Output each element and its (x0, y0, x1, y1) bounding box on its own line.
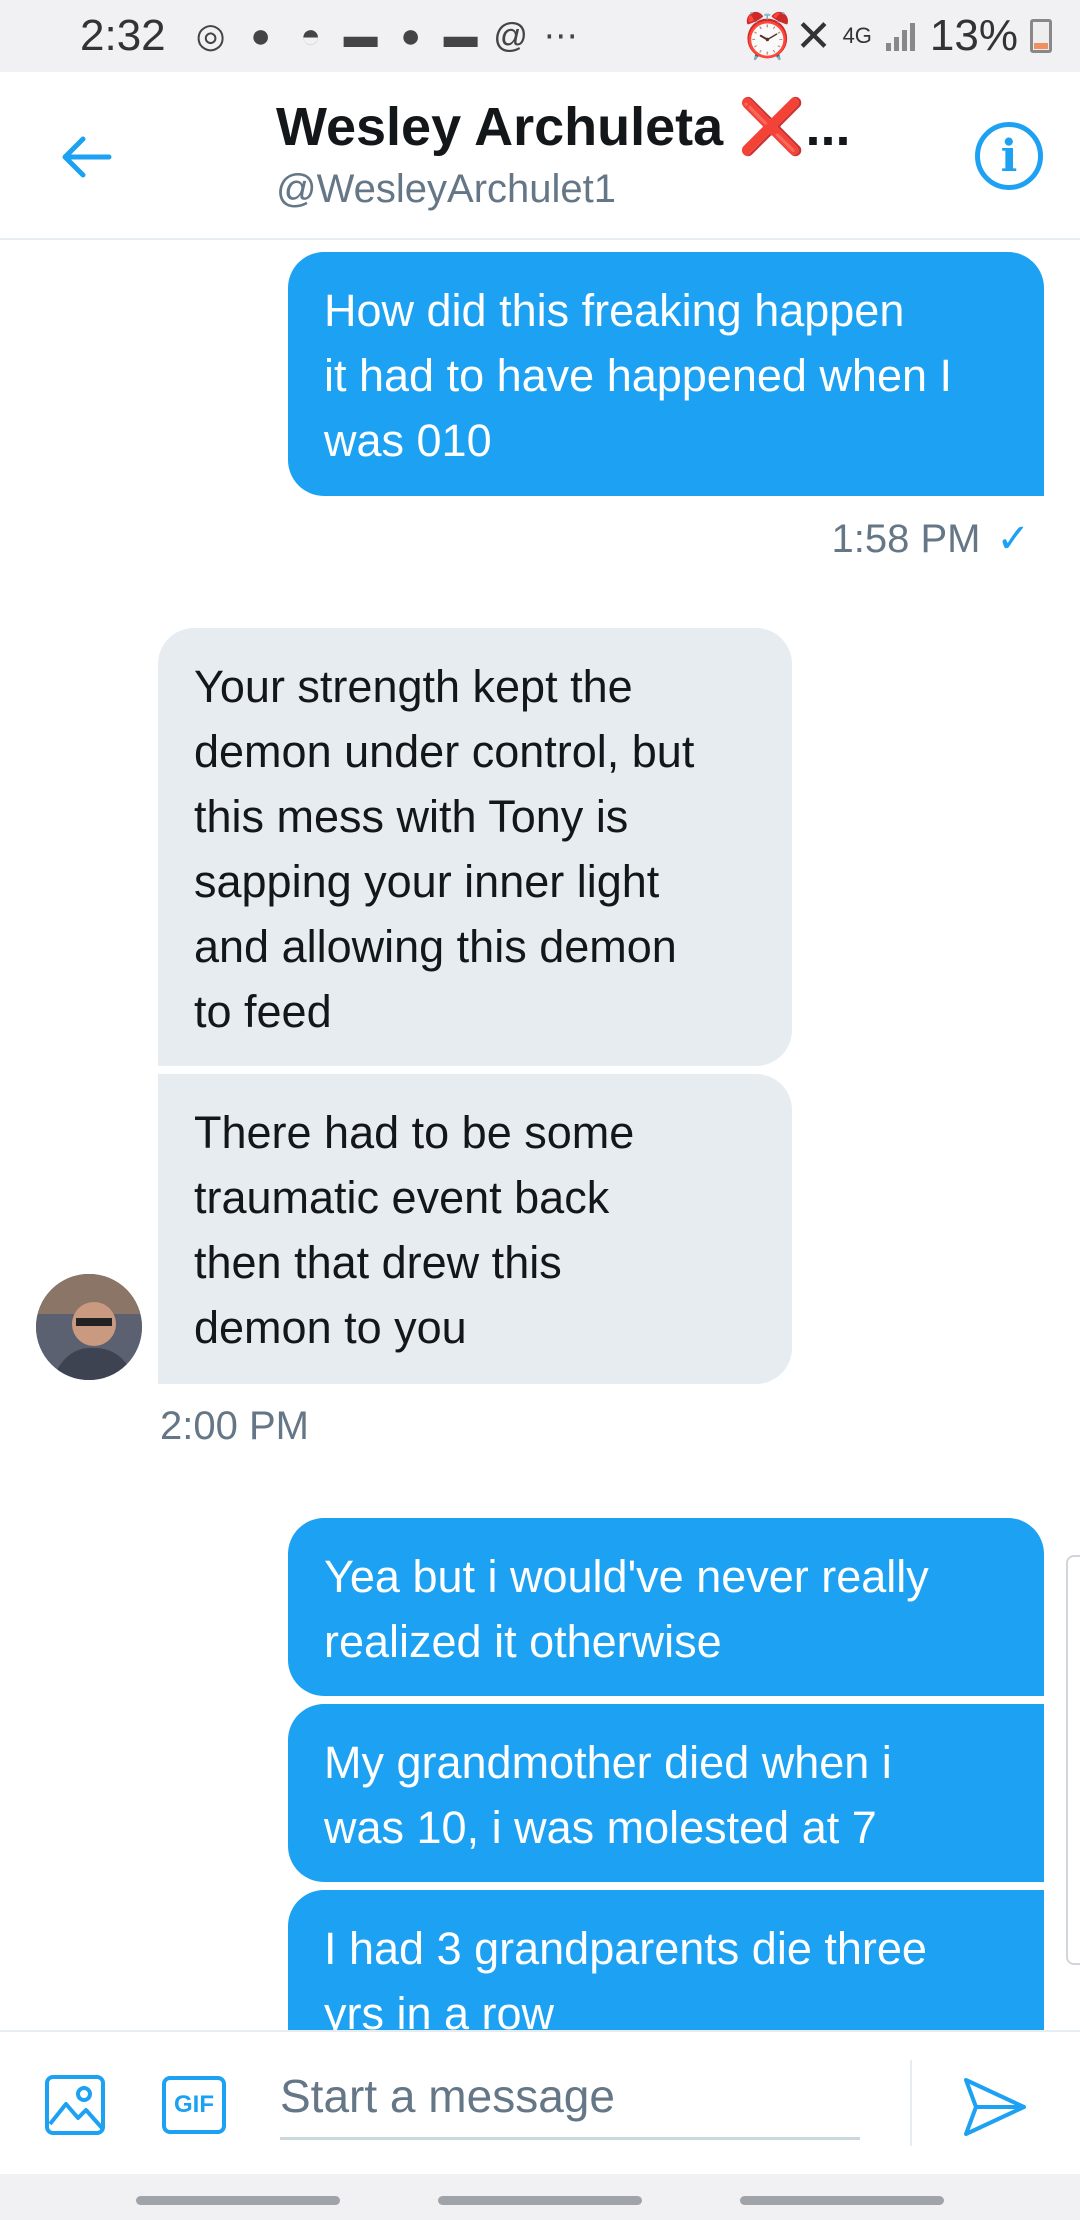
video-call-icon: ▬ (343, 16, 378, 55)
status-bar: 2:32 ◎ ● ◓ ▬ ● ▬ @ ⋯ ⏰ ✕ 4G 13% (0, 0, 1080, 72)
image-icon (45, 2075, 105, 2135)
message-bubble-outgoing[interactable]: Yea but i would've never really realized… (288, 1518, 1044, 1696)
media-button[interactable] (44, 2074, 106, 2136)
message-timestamp: 1:58 PM ✓ (832, 516, 1030, 562)
contact-name: Wesley Archuleta (276, 97, 724, 157)
network-type: 4G (842, 23, 872, 48)
facebook-icon-2: ● (400, 16, 421, 55)
nav-recents-button[interactable] (136, 2196, 340, 2205)
mute-icon: ✕ (795, 11, 832, 61)
timestamp-text: 1:58 PM (831, 517, 981, 561)
battery-percent: 13% (929, 11, 1018, 60)
info-button[interactable]: i (975, 122, 1043, 190)
message-bubble-incoming[interactable]: There had to be some traumatic event bac… (158, 1074, 792, 1384)
info-icon: i (1000, 130, 1018, 182)
send-icon (964, 2078, 1026, 2136)
target-app-icon: ◎ (195, 17, 226, 55)
header-title-area[interactable]: Wesley Archuleta ❌... @WesleyArchulet1 (276, 96, 896, 212)
gif-label: GIF (174, 2091, 214, 2118)
contact-avatar[interactable] (36, 1274, 142, 1380)
contact-name-row: Wesley Archuleta ❌... (276, 96, 896, 159)
message-bubble-incoming[interactable]: Your strength kept the demon under contr… (158, 628, 792, 1066)
scroll-indicator[interactable] (1066, 1555, 1080, 1965)
message-bubble-outgoing[interactable]: I had 3 grandparents die three yrs in a … (288, 1890, 1044, 2030)
back-arrow-icon (62, 136, 112, 178)
nav-home-button[interactable] (438, 2196, 642, 2205)
message-composer: GIF (0, 2030, 1080, 2174)
message-timestamp: 2:00 PM (160, 1404, 309, 1448)
composer-divider (910, 2060, 912, 2146)
conversation-header: Wesley Archuleta ❌... @WesleyArchulet1 i (0, 72, 1080, 240)
gif-button[interactable]: GIF (162, 2076, 226, 2134)
system-indicators: ⏰ ✕ 4G 13% (740, 11, 1052, 61)
back-button[interactable] (50, 122, 120, 192)
facebook-icon: ● (250, 16, 271, 55)
alarm-icon: ⏰ (740, 12, 795, 61)
video-call-icon-2: ▬ (443, 16, 478, 55)
signal-icon (884, 19, 918, 53)
cross-mark-emoji: ❌ (738, 97, 806, 157)
more-notifications-icon: ⋯ (543, 17, 578, 55)
notification-icons: ◎ ● ◓ ▬ ● ▬ @ ⋯ (194, 16, 578, 56)
message-thread[interactable]: How did this freaking happen it had to h… (0, 240, 1080, 2030)
nav-back-button[interactable] (740, 2196, 944, 2205)
message-bubble-outgoing[interactable]: How did this freaking happen it had to h… (288, 252, 1044, 496)
email-icon: @ (493, 16, 528, 55)
name-ellipsis: ... (805, 97, 851, 157)
battery-icon (1030, 19, 1052, 53)
contact-handle: @WesleyArchulet1 (276, 167, 616, 211)
message-input[interactable] (280, 2054, 860, 2140)
send-button[interactable] (960, 2074, 1030, 2140)
status-time: 2:32 (80, 11, 166, 60)
sent-check-icon: ✓ (996, 517, 1030, 561)
message-bubble-outgoing[interactable]: My grandmother died when i was 10, i was… (288, 1704, 1044, 1882)
snapchat-icon: ◓ (300, 16, 321, 55)
system-nav-bar (0, 2174, 1080, 2220)
